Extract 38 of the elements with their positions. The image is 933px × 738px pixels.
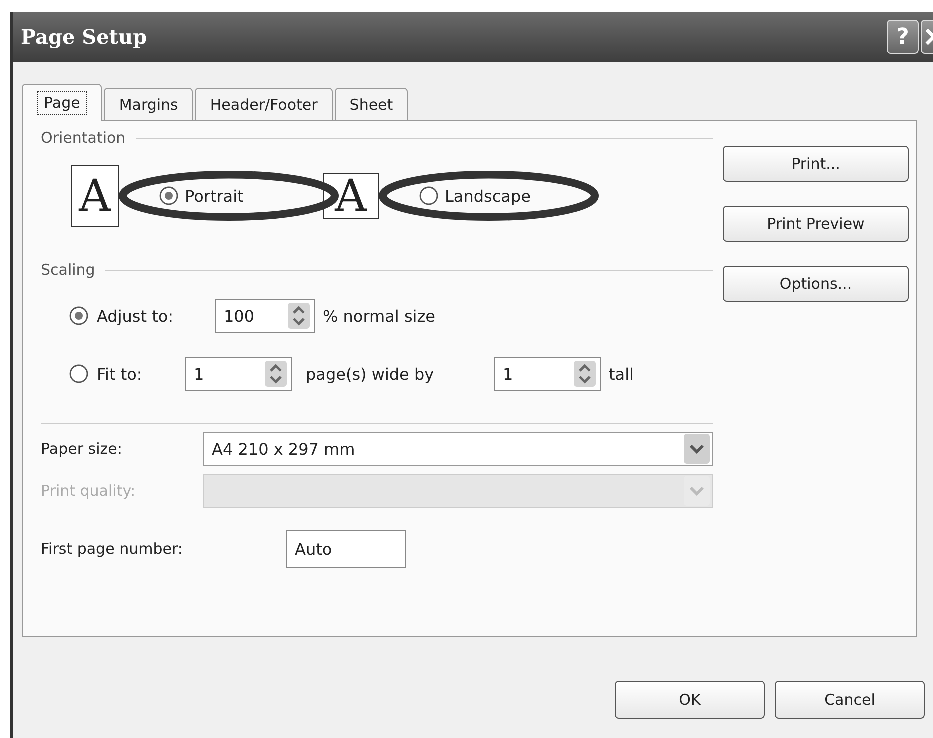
dialog-button[interactable]: Options... xyxy=(723,266,909,302)
tab[interactable]: Header/Footer xyxy=(195,88,333,120)
spinner-icon[interactable] xyxy=(574,361,596,387)
help-button[interactable]: ? xyxy=(887,20,919,54)
page-icon: A xyxy=(71,165,119,227)
spin-field[interactable]: 1 xyxy=(185,357,292,391)
unit-label: % normal size xyxy=(323,306,436,326)
group-label: Orientation xyxy=(41,129,126,147)
radio-button[interactable] xyxy=(159,186,179,206)
field-label: Print quality: xyxy=(41,482,137,500)
unit-label: page(s) wide by xyxy=(306,364,436,384)
tab[interactable]: Sheet xyxy=(334,88,408,120)
tab[interactable]: Page xyxy=(22,84,102,121)
spinner-icon[interactable] xyxy=(265,361,287,387)
radio-button[interactable] xyxy=(69,364,89,384)
spin-field[interactable]: 1 xyxy=(494,357,601,391)
dialog-button[interactable]: OK xyxy=(615,681,765,719)
spinner-icon[interactable] xyxy=(288,303,310,329)
dialog-button[interactable]: Print Preview xyxy=(723,206,909,242)
field-label: First page number: xyxy=(41,540,184,558)
radio-label[interactable]: Portrait xyxy=(185,186,244,206)
caret-icon[interactable] xyxy=(684,434,710,464)
radio-button[interactable] xyxy=(69,306,89,326)
radio-label[interactable]: Landscape xyxy=(445,186,531,206)
page-icon: A xyxy=(323,173,379,219)
field-label: Paper size: xyxy=(41,440,124,458)
radio-label[interactable]: Fit to: xyxy=(97,364,177,384)
input-field[interactable]: Auto xyxy=(286,530,406,568)
dropdown[interactable]: A4 210 x 297 mm xyxy=(203,432,713,466)
unit-label: tall xyxy=(609,364,634,384)
radio-label[interactable]: Adjust to: xyxy=(97,306,207,326)
group-label: Scaling xyxy=(41,261,96,279)
dialog-button[interactable]: Cancel xyxy=(775,681,925,719)
radio-button[interactable] xyxy=(419,186,439,206)
tab[interactable]: Margins xyxy=(104,88,194,120)
window-title: Page Setup xyxy=(21,25,148,49)
spin-field[interactable]: 100 xyxy=(215,299,315,333)
dialog-button[interactable]: Print... xyxy=(723,146,909,182)
